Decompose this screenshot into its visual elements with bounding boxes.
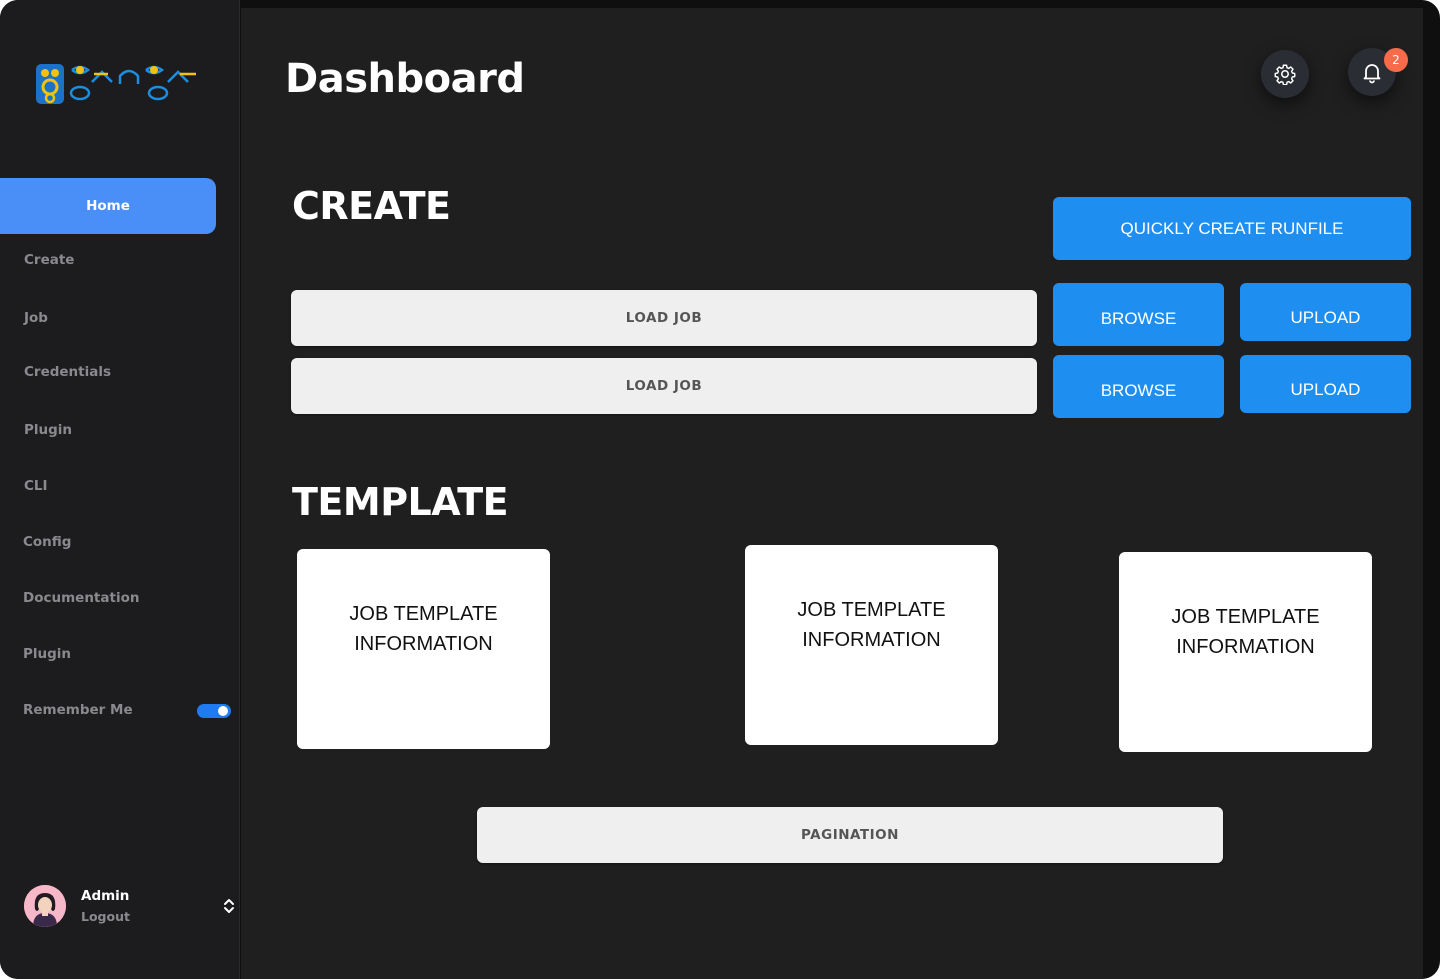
settings-button[interactable]: [1261, 50, 1309, 98]
avatar: [24, 885, 66, 927]
sidebar-item-label: Home: [86, 198, 130, 214]
sidebar-item-plugin[interactable]: Plugin: [24, 422, 72, 438]
user-name: Admin: [81, 888, 130, 904]
template-section-title: TEMPLATE: [292, 480, 509, 524]
create-section-title: CREATE: [292, 184, 451, 228]
load-job-button[interactable]: LOAD JOB: [291, 290, 1037, 346]
sidebar-item-documentation[interactable]: Documentation: [23, 590, 139, 606]
sidebar-item-config[interactable]: Config: [23, 534, 71, 550]
upload-button[interactable]: UPLOAD: [1240, 283, 1411, 341]
browse-button[interactable]: BROWSE: [1053, 283, 1224, 346]
job-template-card-label: JOB TEMPLATE INFORMATION: [1171, 606, 1320, 658]
avatar-illustration: [24, 885, 66, 927]
quick-create-runfile-button[interactable]: QUICKLY CREATE RUNFILE: [1053, 197, 1411, 260]
browse-button-2[interactable]: BROWSE: [1053, 355, 1224, 418]
sidebar: Home Create Job Credentials Plugin CLI C…: [0, 0, 240, 979]
job-template-card-label: JOB TEMPLATE INFORMATION: [797, 599, 946, 651]
job-template-card-2[interactable]: JOB TEMPLATE INFORMATION: [745, 545, 998, 745]
sidebar-item-credentials[interactable]: Credentials: [24, 364, 111, 380]
ganga-logo: [36, 64, 196, 104]
gear-icon: [1274, 64, 1296, 85]
chevron-up-down-icon[interactable]: [221, 896, 237, 916]
notification-badge: 2: [1384, 48, 1408, 72]
job-template-card-3[interactable]: JOB TEMPLATE INFORMATION: [1119, 552, 1372, 752]
job-template-card-label: JOB TEMPLATE INFORMATION: [349, 603, 498, 655]
remember-me-label: Remember Me: [23, 702, 133, 718]
upload-button-2[interactable]: UPLOAD: [1240, 355, 1411, 413]
sidebar-item-cli[interactable]: CLI: [24, 478, 48, 494]
pagination-bar[interactable]: PAGINATION: [477, 807, 1223, 863]
app-window: Home Create Job Credentials Plugin CLI C…: [0, 0, 1440, 979]
logout-link[interactable]: Logout: [81, 909, 130, 924]
page-title: Dashboard: [285, 56, 525, 102]
sidebar-item-job[interactable]: Job: [24, 310, 48, 326]
sidebar-item-home[interactable]: Home: [0, 178, 216, 234]
toggle-knob: [218, 706, 228, 716]
bell-icon: [1363, 64, 1381, 84]
job-template-card[interactable]: JOB TEMPLATE INFORMATION: [297, 549, 550, 749]
load-job-button-2[interactable]: LOAD JOB: [291, 358, 1037, 414]
sidebar-item-create[interactable]: Create: [24, 252, 74, 268]
remember-me-toggle[interactable]: [197, 704, 231, 718]
sidebar-item-plugin-2[interactable]: Plugin: [23, 646, 71, 662]
